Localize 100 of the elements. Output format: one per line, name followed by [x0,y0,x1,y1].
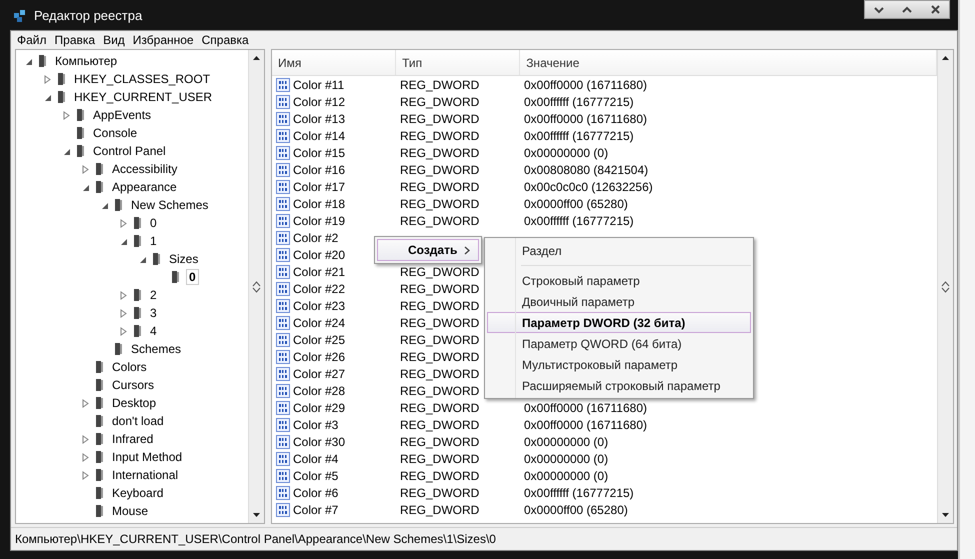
tree-item[interactable]: Input Method [110,450,184,464]
tree-item[interactable]: Control Panel [91,144,168,158]
menu-item[interactable]: Файл [13,33,51,47]
menu-entry[interactable]: Параметр QWORD (64 бита) [487,333,751,354]
collapsed-arrow-icon[interactable] [119,218,128,228]
tree-item[interactable]: New Schemes [129,198,210,212]
collapsed-arrow-icon[interactable] [119,326,128,336]
tree-item[interactable]: 1 [148,234,159,248]
collapsed-arrow-icon[interactable] [43,74,52,84]
tree-item[interactable]: Appearance [110,180,179,194]
binary-value-icon [276,230,290,244]
menu-item[interactable]: Избранное [128,33,198,47]
table-cell: 0x00ffffff (16777215) [524,214,634,228]
table-cell: Color #29 [293,400,346,414]
expanded-arrow-icon[interactable] [24,56,33,66]
tree-item[interactable]: 3 [148,306,159,320]
scrollbar[interactable] [937,50,953,523]
table-cell: REG_DWORD [400,94,480,108]
tree-item[interactable]: Accessibility [110,162,180,176]
tree-item[interactable]: HKEY_CLASSES_ROOT [72,72,212,86]
tree-item[interactable]: Schemes [129,342,184,356]
table-cell: 0x00000000 (0) [524,146,608,160]
tree-item[interactable]: 0 [148,216,159,230]
tree-item[interactable]: 0 [186,269,199,285]
chevron-up-icon [902,6,912,14]
expanded-arrow-icon[interactable] [100,200,109,210]
collapsed-arrow-icon[interactable] [81,452,90,462]
tree-item[interactable]: Mouse [110,504,150,518]
tree-item[interactable]: Desktop [110,396,158,410]
scroll-grip-icon[interactable] [252,280,261,292]
table-cell: 0x00ffffff (16777215) [524,94,634,108]
menu-item[interactable]: Правка [50,33,100,47]
tree-item[interactable]: don't load [110,414,166,428]
collapsed-arrow-icon[interactable] [81,434,90,444]
table-cell: Color #3 [293,418,338,432]
expanded-arrow-icon[interactable] [81,182,90,192]
scroll-down-icon[interactable] [941,510,950,519]
column-header[interactable]: Имя [272,50,396,75]
table-cell: REG_DWORD [400,486,480,500]
table-cell: 0x00808080 (8421504) [524,162,648,176]
tree-item[interactable]: Компьютер [53,54,120,68]
expanded-arrow-icon[interactable] [138,254,147,264]
menu-entry[interactable]: Параметр DWORD (32 бита) [487,312,751,333]
menu-entry[interactable]: Расширяемый строковый параметр [487,375,751,396]
binary-value-icon [276,298,290,312]
scroll-grip-icon[interactable] [941,280,950,292]
tree-item[interactable]: Infrared [110,432,156,446]
collapsed-arrow-icon[interactable] [62,110,71,120]
table-cell: Color #19 [293,214,346,228]
collapsed-arrow-icon[interactable] [81,164,90,174]
scroll-down-icon[interactable] [252,510,261,519]
collapsed-arrow-icon[interactable] [81,398,90,408]
table-cell: Color #5 [293,468,338,482]
tree-item[interactable]: Console [91,126,140,140]
tree-item[interactable]: Keyboard [110,486,166,500]
expanded-arrow-icon[interactable] [43,92,52,102]
scroll-up-icon[interactable] [941,54,950,63]
table-cell: REG_DWORD [400,350,480,364]
collapsed-arrow-icon[interactable] [119,308,128,318]
menu-entry[interactable]: Мультистроковый параметр [487,354,751,375]
expanded-arrow-icon[interactable] [62,146,71,156]
menu-item[interactable]: Вид [99,33,129,47]
table-cell: Color #15 [293,146,346,160]
registry-editor-icon [12,7,28,23]
table-cell: 0x0000ff00 (65280) [524,502,628,516]
scroll-up-icon[interactable] [252,54,261,63]
table-cell: REG_DWORD [400,502,480,516]
table-cell: Color #27 [293,366,346,380]
binary-value-icon [276,400,290,414]
menu-entry[interactable]: Строковый параметр [487,270,751,291]
expanded-arrow-icon[interactable] [119,236,128,246]
tree-item[interactable]: Cursors [110,378,156,392]
menu-entry[interactable]: Двоичный параметр [487,291,751,312]
column-header[interactable]: Тип [396,50,520,75]
table-cell: Color #13 [293,112,346,126]
tree-item[interactable]: AppEvents [91,108,154,122]
collapsed-arrow-icon[interactable] [119,290,128,300]
tree-item[interactable]: HKEY_CURRENT_USER [72,90,214,104]
binary-value-icon [276,418,290,432]
table-cell: Color #6 [293,486,338,500]
tree-item[interactable]: 2 [148,288,159,302]
tree-item[interactable]: 4 [148,324,159,338]
table-cell: REG_DWORD [400,418,480,432]
table-cell: REG_DWORD [400,384,480,398]
table-cell: REG_DWORD [400,316,480,330]
table-cell: REG_DWORD [400,366,480,380]
table-cell: Color #23 [293,298,346,312]
menu-item[interactable]: Справка [198,33,253,47]
menu-entry[interactable]: Раздел [487,240,751,261]
table-cell: REG_DWORD [400,78,480,92]
table-cell: 0x00ff0000 (16711680) [524,112,647,126]
tree-item[interactable]: Colors [110,360,149,374]
table-cell: REG_DWORD [400,468,480,482]
binary-value-icon [276,78,290,92]
tree-item[interactable]: International [110,468,180,482]
collapsed-arrow-icon[interactable] [81,470,90,480]
scrollbar[interactable] [248,50,264,523]
tree-item[interactable]: Sizes [167,252,200,266]
menu-entry[interactable]: Создать [377,239,479,261]
binary-value-icon [276,332,290,346]
